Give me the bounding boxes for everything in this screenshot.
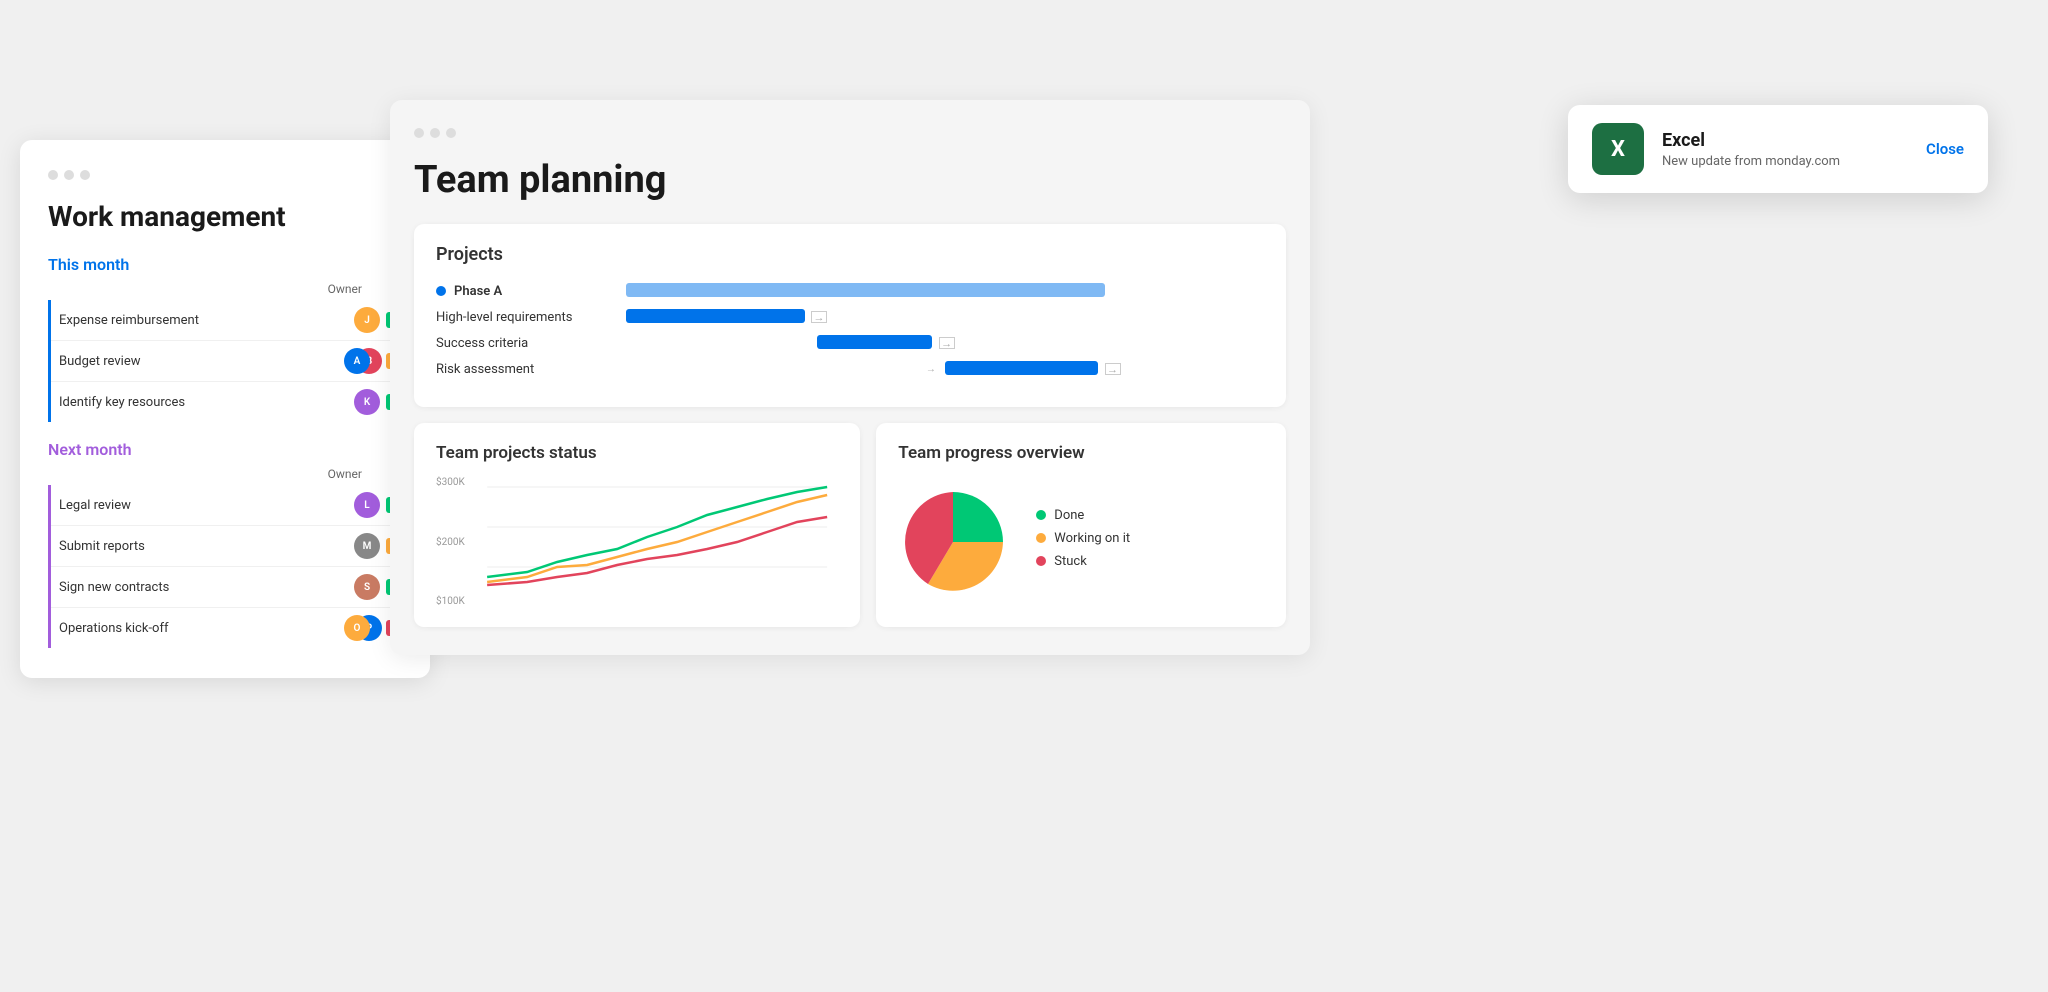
gantt-bar-risk (945, 361, 1098, 375)
dot-yellow-tp (430, 128, 440, 138)
legend-dot-done (1036, 510, 1046, 520)
gantt-track-success: → (626, 335, 1264, 351)
dot-red (48, 170, 58, 180)
avatar: S (354, 574, 380, 600)
gantt-connector: → (1105, 363, 1121, 375)
legend-dot-stuck (1036, 556, 1046, 566)
this-month-label: This month (48, 255, 402, 274)
pie-legend: Done Working on it Stuck (1036, 508, 1130, 577)
next-month-label: Next month (48, 440, 402, 459)
y-label-200: $200K (436, 537, 465, 548)
list-item: Expense reimbursement J (51, 300, 402, 340)
next-month-owner-header: Owner (48, 467, 402, 481)
legend-stuck-label: Stuck (1054, 554, 1087, 569)
avatar: O P (344, 615, 380, 641)
gantt-row-success: Success criteria → (436, 335, 1264, 351)
gantt-connector: → (939, 337, 955, 349)
line-chart-svg (436, 477, 838, 607)
list-item: Identify key resources K (51, 381, 402, 422)
gantt-track-risk: → → (626, 361, 1264, 377)
item-sign: Sign new contracts (51, 580, 348, 595)
gantt-row-phase-a: Phase A (436, 283, 1264, 299)
list-item: Sign new contracts S (51, 566, 402, 607)
team-planning-title: Team planning (414, 158, 1286, 202)
work-management-title: Work management (48, 200, 402, 233)
legend-dot-working (1036, 533, 1046, 543)
list-item: Budget review A B (51, 340, 402, 381)
gantt-bar-highlevel (626, 309, 805, 323)
gantt-label-risk: Risk assessment (436, 362, 616, 377)
list-item: Submit reports M (51, 525, 402, 566)
dot-green-tp (446, 128, 456, 138)
progress-panel: Team progress overview Done (876, 423, 1286, 627)
line-chart: $300K $200K $100K (436, 477, 838, 607)
dot-red-tp (414, 128, 424, 138)
projects-panel: Projects Phase A High-level requirements… (414, 224, 1286, 407)
status-panel: Team projects status $300K $200K $100K (414, 423, 860, 627)
excel-subtitle: New update from monday.com (1662, 154, 1908, 169)
item-identify: Identify key resources (51, 395, 348, 410)
gantt-label-success: Success criteria (436, 336, 616, 351)
gantt-row-risk: Risk assessment → → (436, 361, 1264, 377)
window-controls (48, 170, 402, 180)
item-legal: Legal review (51, 498, 348, 513)
excel-title: Excel (1662, 130, 1908, 151)
window-controls-tp (414, 128, 1286, 138)
legend-done-label: Done (1054, 508, 1084, 523)
pie-area: Done Working on it Stuck (898, 477, 1264, 607)
close-button[interactable]: Close (1926, 140, 1964, 158)
legend-stuck: Stuck (1036, 554, 1130, 569)
gantt-track-highlevel: → (626, 309, 1264, 325)
legend-working: Working on it (1036, 531, 1130, 546)
avatar: A B (344, 348, 380, 374)
avatar: M (354, 533, 380, 559)
work-management-card: Work management This month Owner Expense… (20, 140, 430, 678)
item-submit: Submit reports (51, 539, 348, 554)
gantt-row-highlevel: High-level requirements → (436, 309, 1264, 325)
item-budget: Budget review (51, 354, 338, 369)
y-label-300: $300K (436, 477, 465, 488)
phase-a-label: Phase A (454, 284, 502, 299)
item-ops: Operations kick-off (51, 621, 338, 636)
excel-icon: X (1611, 137, 1625, 162)
gantt-track-phase (626, 283, 1264, 299)
bottom-panels: Team projects status $300K $200K $100K (414, 423, 1286, 627)
team-planning-card: Team planning Projects Phase A High-leve… (390, 100, 1310, 655)
avatar: L (354, 492, 380, 518)
list-item: Operations kick-off O P (51, 607, 402, 648)
excel-info: Excel New update from monday.com (1662, 130, 1908, 169)
phase-dot (436, 286, 446, 296)
pie-chart (898, 487, 1008, 597)
gantt-bar-phase-a (626, 283, 1105, 297)
excel-icon-wrap: X (1592, 123, 1644, 175)
legend-working-label: Working on it (1054, 531, 1130, 546)
this-month-owner-header: Owner (48, 282, 402, 296)
status-panel-title: Team projects status (436, 443, 838, 463)
gantt-connector: → (811, 311, 827, 323)
gantt-bar-success (817, 335, 932, 349)
dot-yellow (64, 170, 74, 180)
gantt-chart: Phase A High-level requirements → Succes… (436, 283, 1264, 387)
legend-done: Done (1036, 508, 1130, 523)
dot-green (80, 170, 90, 180)
gantt-label-highlevel: High-level requirements (436, 310, 616, 325)
projects-title: Projects (436, 244, 1264, 265)
avatar: J (354, 307, 380, 333)
list-item: Legal review L (51, 485, 402, 525)
avatar: K (354, 389, 380, 415)
y-label-100: $100K (436, 596, 465, 607)
progress-panel-title: Team progress overview (898, 443, 1264, 463)
item-expense: Expense reimbursement (51, 313, 348, 328)
excel-notification: X Excel New update from monday.com Close (1568, 105, 1988, 193)
